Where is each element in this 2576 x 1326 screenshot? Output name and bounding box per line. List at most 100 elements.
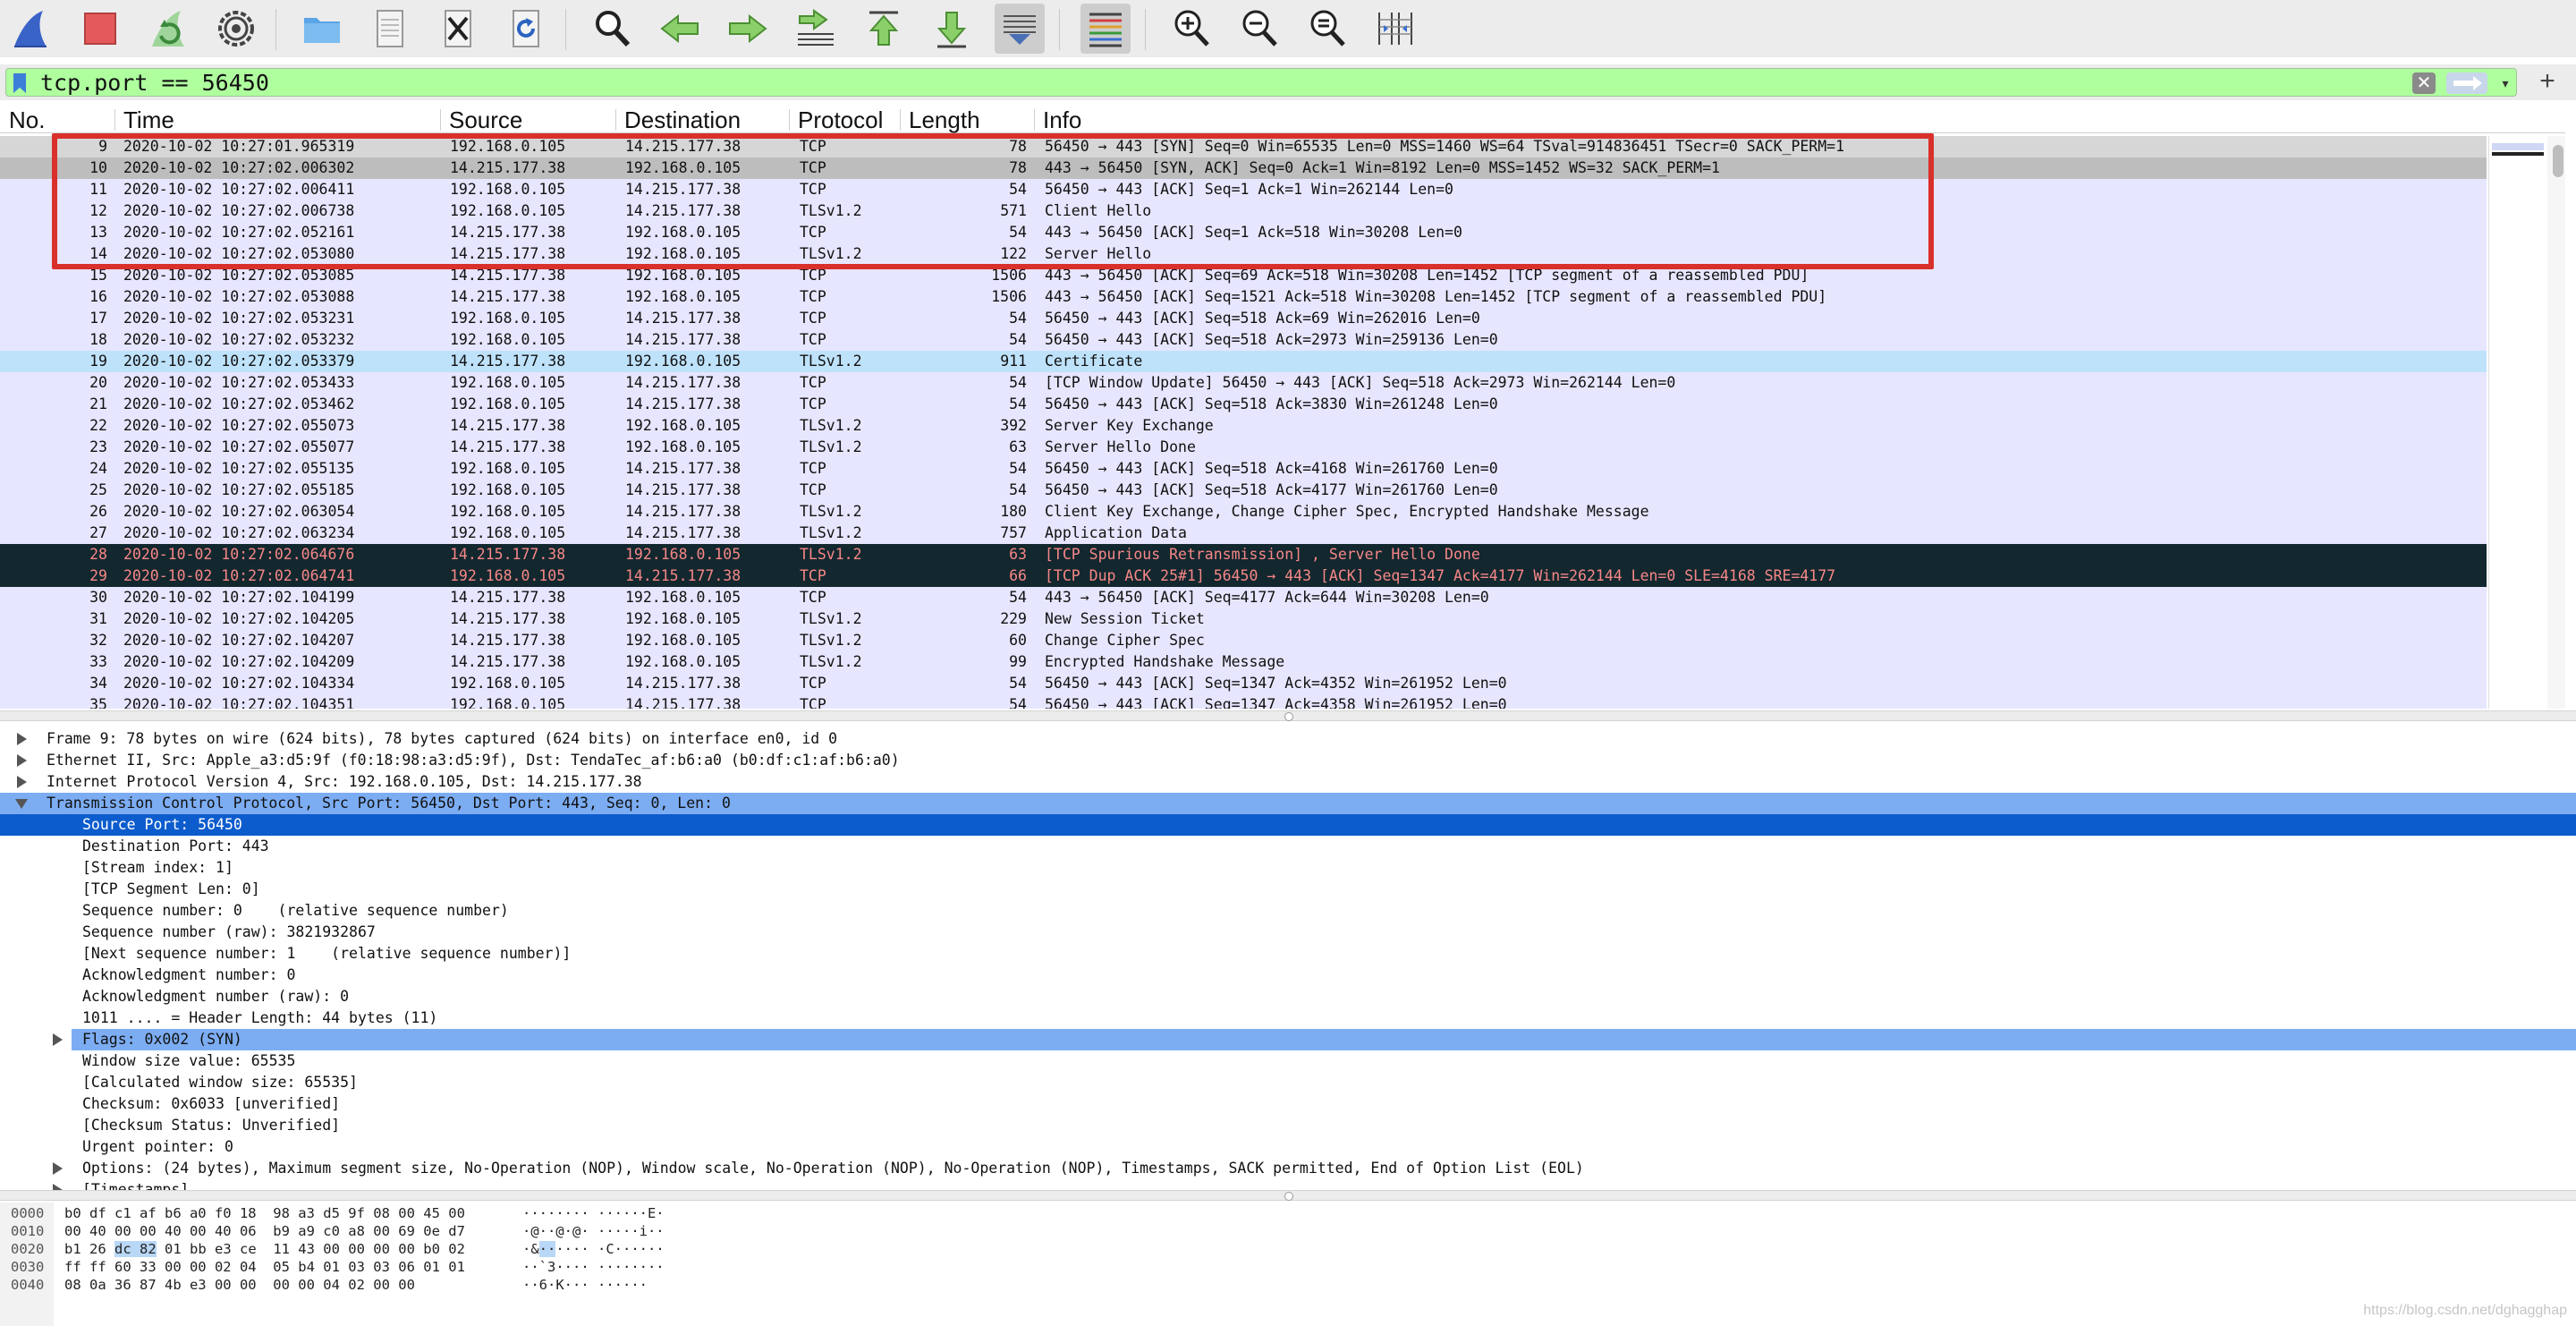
column-divider[interactable] — [114, 109, 115, 131]
resize-columns-icon[interactable] — [1370, 4, 1420, 54]
detail-tree-item[interactable]: Sequence number: 0 (relative sequence nu… — [0, 900, 2576, 922]
detail-tree-item[interactable]: Urgent pointer: 0 — [0, 1136, 2576, 1158]
go-back-arrow-icon[interactable] — [655, 4, 705, 54]
display-filter-input[interactable]: tcp.port == 56450 ✕ ▾ — [5, 68, 2517, 97]
collapsed-triangle-icon[interactable] — [47, 1029, 68, 1050]
detail-tree-item[interactable]: Internet Protocol Version 4, Src: 192.16… — [0, 771, 2576, 793]
packet-row[interactable]: 24 2020-10-02 10:27:02.055135 192.168.0.10… — [0, 458, 2487, 480]
detail-tree-item[interactable]: [Next sequence number: 1 (relative seque… — [0, 943, 2576, 965]
detail-tree-item[interactable]: Options: (24 bytes), Maximum segment siz… — [0, 1158, 2576, 1179]
packet-list-minimap[interactable] — [2488, 136, 2546, 709]
close-file-icon[interactable] — [433, 4, 483, 54]
packet-row[interactable]: 22 2020-10-02 10:27:02.055073 14.215.177.3… — [0, 415, 2487, 437]
collapsed-triangle-icon[interactable] — [47, 1158, 68, 1179]
zoom-in-icon[interactable] — [1166, 4, 1216, 54]
detail-tree-item[interactable]: [Checksum Status: Unverified] — [0, 1115, 2576, 1136]
shark-fin-start-icon[interactable] — [5, 4, 55, 54]
column-divider[interactable] — [1034, 109, 1035, 131]
column-divider[interactable] — [900, 109, 901, 131]
zoom-out-icon[interactable] — [1234, 4, 1284, 54]
detail-tree-item[interactable]: Source Port: 56450 — [0, 814, 2576, 836]
recent-filters-dropdown-icon[interactable]: ▾ — [2496, 72, 2514, 94]
detail-tree-item[interactable]: 1011 .... = Header Length: 44 bytes (11) — [0, 1007, 2576, 1029]
open-file-folder-icon[interactable] — [297, 4, 347, 54]
collapsed-triangle-icon[interactable] — [47, 1179, 68, 1190]
column-header-time[interactable]: Time — [123, 107, 174, 132]
column-header-source[interactable]: Source — [449, 107, 522, 132]
detail-tree-item[interactable]: Checksum: 0x6033 [unverified] — [0, 1093, 2576, 1115]
detail-tree-item[interactable]: [TCP Segment Len: 0] — [0, 879, 2576, 900]
packet-row[interactable]: 35 2020-10-02 10:27:02.104351 192.168.0.10… — [0, 694, 2487, 709]
detail-tree-item[interactable]: [Calculated window size: 65535] — [0, 1072, 2576, 1093]
detail-tree-item[interactable]: Acknowledgment number: 0 — [0, 965, 2576, 986]
go-to-first-packet-icon[interactable] — [859, 4, 909, 54]
splitter-handle[interactable] — [1284, 1192, 1293, 1201]
auto-scroll-icon[interactable] — [995, 4, 1045, 54]
packet-list-scrollbar[interactable] — [2547, 136, 2565, 709]
detail-tree-item[interactable]: [Timestamps] — [0, 1179, 2576, 1190]
detail-tree-item[interactable]: Window size value: 65535 — [0, 1050, 2576, 1072]
packet-row[interactable]: 29 2020-10-02 10:27:02.064741 192.168.0.10… — [0, 565, 2487, 587]
column-divider[interactable] — [440, 109, 441, 131]
reload-file-icon[interactable] — [501, 4, 551, 54]
packet-row[interactable]: 23 2020-10-02 10:27:02.055077 14.215.177.3… — [0, 437, 2487, 458]
collapsed-triangle-icon[interactable] — [11, 771, 32, 793]
find-packet-magnifier-icon[interactable] — [587, 4, 637, 54]
detail-tree-item[interactable]: Acknowledgment number (raw): 0 — [0, 986, 2576, 1007]
bytes-row[interactable]: 0010 00 40 00 00 40 00 40 06 b9 a9 c0 a8 … — [0, 1222, 805, 1240]
collapsed-triangle-icon[interactable] — [11, 750, 32, 771]
display-filter-text[interactable]: tcp.port == 56450 — [40, 71, 269, 96]
column-header-info[interactable]: Info — [1043, 107, 1081, 132]
detail-tree-item[interactable]: Sequence number (raw): 3821932867 — [0, 922, 2576, 943]
colorize-icon[interactable] — [1080, 4, 1131, 54]
packet-row[interactable]: 34 2020-10-02 10:27:02.104334 192.168.0.10… — [0, 673, 2487, 694]
restart-capture-icon[interactable] — [143, 4, 193, 54]
collapsed-triangle-icon[interactable] — [11, 728, 32, 750]
bytes-row[interactable]: 0000 b0 df c1 af b6 a0 f0 18 98 a3 d5 9f … — [0, 1204, 805, 1222]
packet-row[interactable]: 27 2020-10-02 10:27:02.063234 192.168.0.10… — [0, 523, 2487, 544]
bytes-row[interactable]: 0030 ff ff 60 33 00 00 02 04 05 b4 01 03 … — [0, 1258, 805, 1276]
column-divider[interactable] — [789, 109, 790, 131]
detail-tree-item[interactable]: Transmission Control Protocol, Src Port:… — [0, 793, 2576, 814]
packet-row[interactable]: 32 2020-10-02 10:27:02.104207 14.215.177.3… — [0, 630, 2487, 651]
column-header-length[interactable]: Length — [909, 107, 980, 132]
column-divider[interactable] — [615, 109, 616, 131]
packet-row[interactable]: 25 2020-10-02 10:27:02.055185 192.168.0.10… — [0, 480, 2487, 501]
normal-size-icon[interactable] — [1302, 4, 1352, 54]
add-filter-button[interactable]: + — [2535, 68, 2560, 95]
packet-row[interactable]: 31 2020-10-02 10:27:02.104205 14.215.177.3… — [0, 608, 2487, 630]
file-document-icon[interactable] — [365, 4, 415, 54]
detail-tree-item[interactable]: Frame 9: 78 bytes on wire (624 bits), 78… — [0, 728, 2576, 750]
detail-tree-item[interactable]: [Stream index: 1] — [0, 857, 2576, 879]
go-forward-arrow-icon[interactable] — [723, 4, 773, 54]
column-header-destination[interactable]: Destination — [624, 107, 741, 132]
stop-capture-icon[interactable] — [75, 4, 125, 54]
apply-filter-arrow-icon[interactable] — [2446, 72, 2487, 94]
expanded-triangle-icon[interactable] — [11, 793, 32, 814]
splitter-handle[interactable] — [1284, 712, 1293, 721]
pane-splitter[interactable] — [0, 710, 2576, 721]
packet-row[interactable]: 18 2020-10-02 10:27:02.053232 192.168.0.10… — [0, 329, 2487, 351]
filter-bookmark-icon[interactable] — [13, 73, 26, 93]
pane-splitter[interactable] — [0, 1190, 2576, 1201]
detail-tree-item[interactable]: Ethernet II, Src: Apple_a3:d5:9f (f0:18:… — [0, 750, 2576, 771]
packet-row[interactable]: 17 2020-10-02 10:27:02.053231 192.168.0.10… — [0, 308, 2487, 329]
packet-row[interactable]: 28 2020-10-02 10:27:02.064676 14.215.177.3… — [0, 544, 2487, 565]
packet-row[interactable]: 33 2020-10-02 10:27:02.104209 14.215.177.3… — [0, 651, 2487, 673]
packet-row[interactable]: 20 2020-10-02 10:27:02.053433 192.168.0.10… — [0, 372, 2487, 394]
packet-row[interactable]: 19 2020-10-02 10:27:02.053379 14.215.177.3… — [0, 351, 2487, 372]
capture-options-gear-icon[interactable] — [211, 4, 261, 54]
go-to-last-packet-icon[interactable] — [927, 4, 977, 54]
bytes-row[interactable]: 0020 b1 26 dc 82 01 bb e3 ce 11 43 00 00 … — [0, 1240, 805, 1258]
go-to-packet-icon[interactable] — [791, 4, 841, 54]
packet-row[interactable]: 30 2020-10-02 10:27:02.104199 14.215.177.3… — [0, 587, 2487, 608]
detail-tree-item[interactable]: Flags: 0x002 (SYN) — [0, 1029, 2576, 1050]
clear-filter-icon[interactable]: ✕ — [2412, 72, 2436, 94]
bytes-row[interactable]: 0040 08 0a 36 87 4b e3 00 00 00 00 04 02 … — [0, 1276, 805, 1294]
packet-list-scrollbar-thumb[interactable] — [2553, 145, 2563, 177]
column-header-protocol[interactable]: Protocol — [798, 107, 883, 132]
packet-row[interactable]: 26 2020-10-02 10:27:02.063054 192.168.0.10… — [0, 501, 2487, 523]
column-header-no[interactable]: No. — [9, 107, 45, 132]
packet-row[interactable]: 21 2020-10-02 10:27:02.053462 192.168.0.10… — [0, 394, 2487, 415]
detail-tree-item[interactable]: Destination Port: 443 — [0, 836, 2576, 857]
